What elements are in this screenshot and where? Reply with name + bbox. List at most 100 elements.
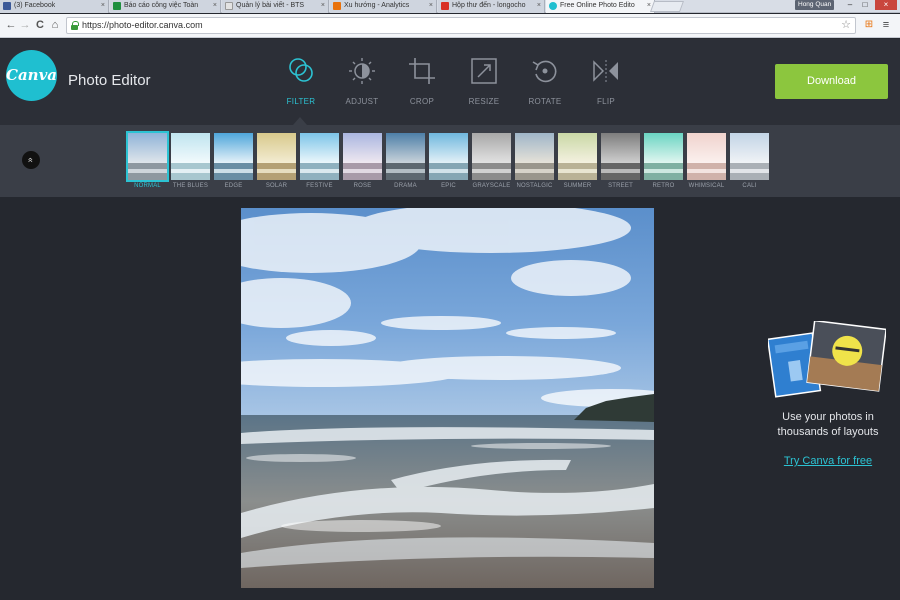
home-icon[interactable]: ⌂: [48, 18, 62, 32]
filter-option-whimsical[interactable]: WHIMSICAL: [687, 133, 726, 193]
collapse-icon[interactable]: «: [22, 151, 40, 169]
filter-thumbnail: [558, 133, 597, 180]
filter-thumbnail: [257, 133, 296, 180]
minimize-icon[interactable]: –: [843, 0, 857, 10]
filter-thumbnail: [515, 133, 554, 180]
tool-resize[interactable]: RESIZE: [460, 56, 508, 112]
reload-icon[interactable]: C: [33, 18, 47, 32]
canva-favicon-icon: [549, 2, 557, 10]
maximize-icon[interactable]: □: [858, 0, 872, 10]
back-icon[interactable]: ←: [4, 18, 18, 32]
canva-logo[interactable]: Canva: [6, 50, 57, 101]
layout-cards-icon: [766, 319, 887, 398]
browser-tab-analytics[interactable]: Xu hướng - Analytics ×: [330, 0, 437, 13]
extension-icon[interactable]: ⊞: [863, 19, 875, 31]
filter-thumbnail: [171, 133, 210, 180]
close-icon[interactable]: ×: [321, 0, 325, 12]
browser-toolbar: ← → C ⌂ https://photo-editor.canva.com ☆…: [0, 14, 900, 38]
browser-tab-canva[interactable]: Free Online Photo Edito ×: [546, 0, 655, 13]
tab-title: Báo cáo công việc Toàn: [124, 2, 199, 9]
beach-photo: [241, 208, 654, 588]
sheets-favicon-icon: [113, 2, 121, 10]
close-icon[interactable]: ×: [213, 0, 217, 12]
filter-thumbnail: [472, 133, 511, 180]
lock-icon: [71, 21, 79, 30]
forward-icon[interactable]: →: [18, 18, 32, 32]
facebook-favicon-icon: [3, 2, 11, 10]
filter-option-edge[interactable]: EDGE: [214, 133, 253, 193]
tab-title: (3) Facebook: [14, 2, 56, 9]
filter-thumbnail: [126, 131, 169, 182]
filter-thumbnail: [214, 133, 253, 180]
filter-thumbnail: [300, 133, 339, 180]
flip-icon: [593, 60, 618, 82]
promo-text: Use your photos in thousands of layouts: [777, 411, 879, 438]
filter-strip: « NORMAL THE BLUES EDGE SOLAR FESTIVE ROSE DRA…: [0, 125, 900, 197]
url-text: https://photo-editor.canva.com: [82, 20, 203, 30]
filter-icon: [289, 58, 313, 82]
filter-thumbnail: [687, 133, 726, 180]
gmail-favicon-icon: [441, 2, 449, 10]
photo-canvas[interactable]: [241, 208, 654, 588]
page-favicon-icon: [225, 2, 233, 10]
browser-tab-posts[interactable]: Quản lý bài viết - BTS ×: [222, 0, 329, 13]
new-tab-button[interactable]: [649, 1, 685, 12]
menu-icon[interactable]: ≡: [880, 19, 892, 31]
filter-option-grayscale[interactable]: GRAYSCALE: [472, 133, 511, 193]
download-button[interactable]: Download: [775, 64, 888, 99]
filter-thumbnail: [386, 133, 425, 180]
tab-title: Free Online Photo Edito: [560, 2, 635, 9]
filter-option-retro[interactable]: RETRO: [644, 133, 683, 193]
window-close-icon[interactable]: ×: [875, 0, 897, 10]
filter-label: CALI: [742, 183, 757, 189]
filter-thumbnail: [343, 133, 382, 180]
filter-option-the-blues[interactable]: THE BLUES: [171, 133, 210, 193]
browser-tab-bar: (3) Facebook × Báo cáo công việc Toàn × …: [0, 0, 900, 13]
profile-button[interactable]: Hong Quan: [795, 0, 835, 10]
analytics-favicon-icon: [333, 2, 341, 10]
promo-layout-preview: [766, 319, 887, 401]
active-tool-pointer: [293, 117, 307, 125]
filter-option-nostalgic[interactable]: NOSTALGIC: [515, 133, 554, 193]
tool-label: FLIP: [596, 97, 616, 106]
bookmark-star-icon[interactable]: ☆: [841, 18, 851, 33]
close-icon[interactable]: ×: [537, 0, 541, 12]
close-icon[interactable]: ×: [101, 0, 105, 12]
page-title: Photo Editor: [68, 72, 151, 89]
tool-label: ROTATE: [528, 97, 562, 106]
close-icon[interactable]: ×: [429, 0, 433, 12]
filter-option-festive[interactable]: FESTIVE: [300, 133, 339, 193]
editor-header: Canva Photo Editor FILTER ADJUST CROP RE…: [0, 39, 900, 125]
tool-label: CROP: [409, 97, 435, 106]
tab-title: Xu hướng - Analytics: [344, 2, 410, 9]
filter-option-summer[interactable]: SUMMER: [558, 133, 597, 193]
filter-option-street[interactable]: STREET: [601, 133, 640, 193]
filter-option-rose[interactable]: ROSE: [343, 133, 382, 193]
adjust-icon: [349, 58, 375, 84]
filter-thumbnail: [429, 133, 468, 180]
browser-tab-facebook[interactable]: (3) Facebook ×: [0, 0, 109, 13]
rotate-icon: [532, 60, 557, 83]
filter-option-normal[interactable]: NORMAL: [126, 131, 169, 193]
address-bar[interactable]: https://photo-editor.canva.com ☆: [66, 17, 856, 34]
browser-tab-sheets[interactable]: Báo cáo công việc Toàn ×: [110, 0, 221, 13]
tool-label: RESIZE: [468, 97, 500, 106]
tool-rotate[interactable]: ROTATE: [521, 56, 569, 112]
tool-crop[interactable]: CROP: [398, 56, 446, 112]
filter-option-cali[interactable]: CALI: [730, 133, 769, 193]
tool-label: ADJUST: [345, 97, 379, 106]
browser-tab-gmail[interactable]: Hộp thư đến - longocho ×: [438, 0, 545, 13]
tool-flip[interactable]: FLIP: [582, 56, 630, 112]
filter-option-epic[interactable]: EPIC: [429, 133, 468, 193]
tool-filter[interactable]: FILTER: [277, 56, 325, 112]
tab-title: Quản lý bài viết - BTS: [236, 2, 305, 9]
try-canva-link[interactable]: Try Canva for free: [764, 455, 892, 467]
tool-adjust[interactable]: ADJUST: [338, 56, 386, 112]
crop-icon: [409, 58, 435, 84]
filter-thumbnail: [644, 133, 683, 180]
tool-label: FILTER: [286, 97, 316, 106]
filter-option-solar[interactable]: SOLAR: [257, 133, 296, 193]
filter-option-drama[interactable]: DRAMA: [386, 133, 425, 193]
resize-icon: [471, 58, 497, 84]
filter-thumbnail: [601, 133, 640, 180]
